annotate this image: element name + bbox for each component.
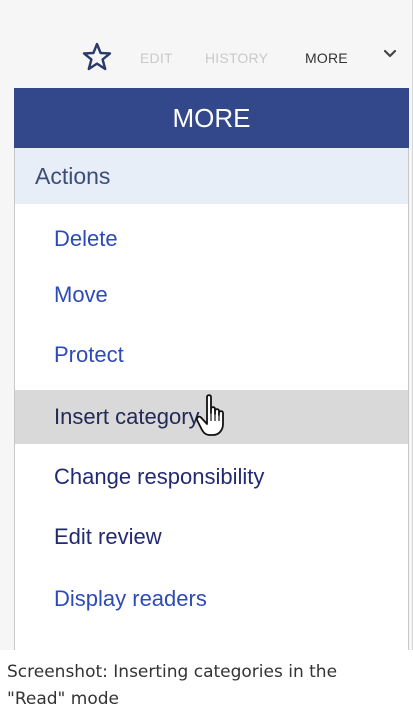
star-icon[interactable] [82,42,112,72]
menu-item-edit-review[interactable]: Edit review [15,510,408,564]
menu-item-delete[interactable]: Delete [15,212,408,266]
menu-item-display-readers[interactable]: Display readers [15,572,408,626]
menu-title: MORE [14,88,409,148]
caption-text: Screenshot: Inserting categories in the … [7,662,338,709]
more-link[interactable]: MORE [305,50,348,66]
menu-item-protect[interactable]: Protect [15,328,408,382]
hand-pointer-icon [195,394,224,436]
menu-item-move[interactable]: Move [15,268,408,322]
history-link[interactable]: HISTORY [205,50,268,66]
actions-section-label: Actions [15,148,408,204]
edit-link[interactable]: EDIT [140,50,173,66]
menu-item-change-responsibility[interactable]: Change responsibility [15,450,408,504]
page-toolbar: EDIT HISTORY MORE [0,0,412,88]
chevron-down-icon[interactable] [383,48,397,60]
